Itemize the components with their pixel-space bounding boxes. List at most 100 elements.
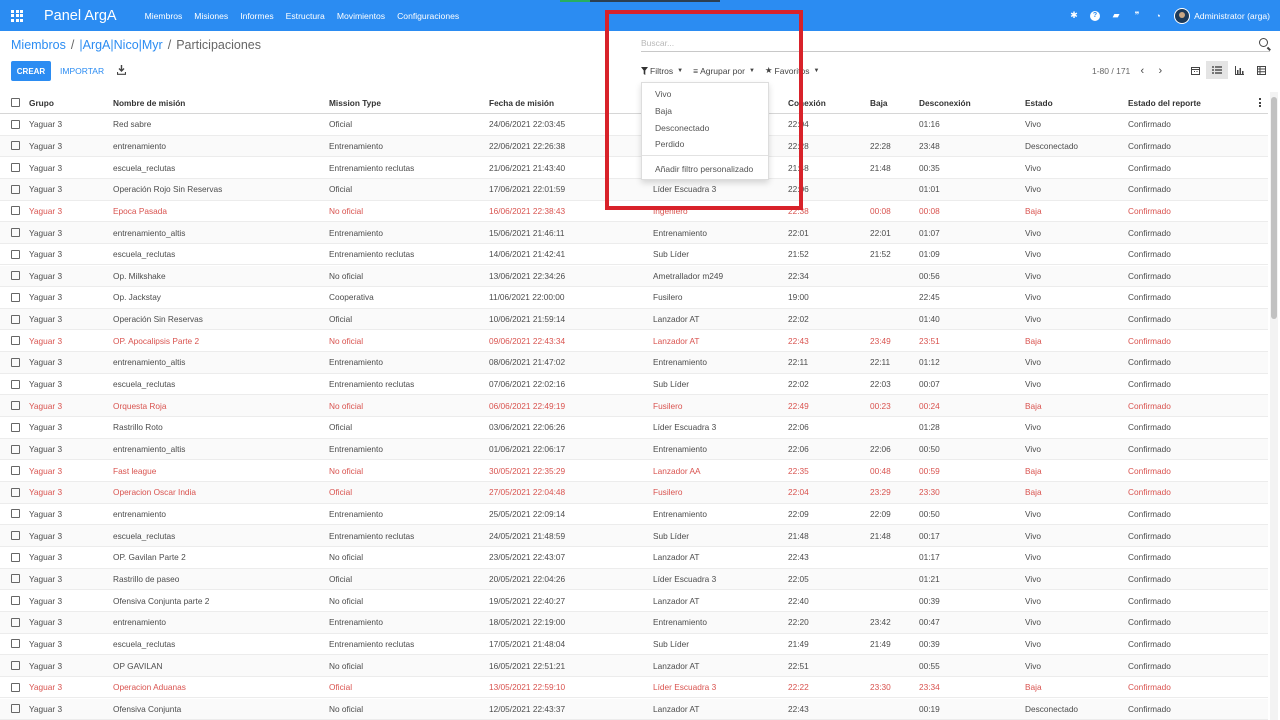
menu-item-miembros[interactable]: Miembros <box>139 11 189 21</box>
table-row[interactable]: Yaguar 3 entrenamiento_altis Entrenamiento… <box>0 352 1268 374</box>
list-view-icon[interactable] <box>1206 61 1228 79</box>
table-row[interactable]: Yaguar 3 entrenamiento Entrenamiento 18/05/… <box>0 611 1268 634</box>
table-row[interactable]: Yaguar 3 escuela_reclutas Entrenamiento re… <box>0 525 1268 547</box>
table-row[interactable]: Yaguar 3 OP. Apocalipsis Parte 2 No oficia… <box>0 331 1268 353</box>
filters-toggle[interactable]: Filtros ▼ <box>641 65 683 76</box>
table-row[interactable]: Yaguar 3 Epoca Pasada No oficial 16/06/2021… <box>0 201 1268 223</box>
graph-view-icon[interactable] <box>1228 61 1250 79</box>
table-row[interactable]: Yaguar 3 OP GAVILAN No oficial 16/05/2021 2… <box>0 655 1268 677</box>
table-row[interactable]: Yaguar 3 Ofensiva Conjunta parte 2 No ofic… <box>0 590 1268 612</box>
row-checkbox[interactable] <box>11 357 20 367</box>
row-checkbox[interactable] <box>11 466 20 476</box>
search-input[interactable] <box>641 38 1241 48</box>
menu-item-informes[interactable]: Informes <box>234 11 279 21</box>
table-row[interactable]: Yaguar 3 escuela_reclutas Entrenamiento re… <box>0 634 1268 656</box>
row-checkbox[interactable] <box>11 682 20 692</box>
table-row[interactable]: Yaguar 3 escuela_reclutas Entrenamiento re… <box>0 244 1268 266</box>
breadcrumb-member[interactable]: |ArgA|Nico|Myr <box>79 38 162 52</box>
apps-menu-icon[interactable] <box>0 0 34 31</box>
filter-option-desconectado[interactable]: Desconectado <box>655 123 709 133</box>
table-row[interactable]: Yaguar 3 entrenamiento_altis Entrenamiento… <box>0 438 1268 461</box>
row-checkbox[interactable] <box>11 552 20 562</box>
table-row[interactable]: Yaguar 3 escuela_reclutas Entrenamiento re… <box>0 374 1268 396</box>
optional-columns-icon[interactable] <box>1259 98 1261 107</box>
menu-item-configuraciones[interactable]: Configuraciones <box>391 11 465 21</box>
table-row[interactable]: Yaguar 3 Operación Rojo Sin Reservas Ofici… <box>0 178 1268 201</box>
row-checkbox[interactable] <box>11 704 20 714</box>
scrollbar[interactable] <box>1270 92 1278 720</box>
row-checkbox[interactable] <box>11 596 20 606</box>
column-header-conexion[interactable]: Conexión <box>788 92 826 113</box>
pager-previous-icon[interactable]: ‹ <box>1136 65 1148 77</box>
filter-option-perdido[interactable]: Perdido <box>655 139 684 149</box>
table-row[interactable]: Yaguar 3 Rastrillo de paseo Oficial 20/05/2… <box>0 568 1268 591</box>
row-checkbox[interactable] <box>11 379 20 389</box>
inbox-icon[interactable]: ▰ <box>1111 10 1121 21</box>
table-row[interactable]: Yaguar 3 Rastrillo Roto Oficial 03/06/2021 … <box>0 417 1268 439</box>
app-brand[interactable]: Panel ArgA <box>44 8 117 24</box>
add-custom-filter[interactable]: Añadir filtro personalizado <box>655 164 753 174</box>
row-checkbox[interactable] <box>11 163 20 173</box>
help-icon[interactable]: ? <box>1090 10 1101 21</box>
menu-item-estructura[interactable]: Estructura <box>280 11 331 21</box>
table-row[interactable]: Yaguar 3 Operacion Aduanas Oficial 13/05/20… <box>0 677 1268 699</box>
bug-icon[interactable]: ✱ <box>1069 10 1079 21</box>
table-row[interactable]: Yaguar 3 entrenamiento Entrenamiento 25/05/… <box>0 504 1268 526</box>
row-checkbox[interactable] <box>11 401 20 411</box>
user-menu[interactable]: Administrator (arga) <box>1174 7 1270 24</box>
row-checkbox[interactable] <box>11 228 20 238</box>
column-header-grupo[interactable]: Grupo <box>29 92 54 113</box>
menu-item-movimientos[interactable]: Movimientos <box>331 11 391 21</box>
pager-next-icon[interactable]: › <box>1154 65 1166 77</box>
row-checkbox[interactable] <box>11 509 20 519</box>
table-row[interactable]: Yaguar 3 entrenamiento_altis Entrenamiento… <box>0 222 1268 244</box>
row-checkbox[interactable] <box>11 271 20 281</box>
row-checkbox[interactable] <box>11 206 20 216</box>
table-row[interactable]: Yaguar 3 Op. Milkshake No oficial 13/06/202… <box>0 265 1268 288</box>
table-row[interactable]: Yaguar 3 Op. Jackstay Cooperativa 11/06/202… <box>0 287 1268 309</box>
row-checkbox[interactable] <box>11 487 20 497</box>
table-row[interactable]: Yaguar 3 OP. Gavilan Parte 2 No oficial 23/… <box>0 547 1268 569</box>
row-checkbox[interactable] <box>11 292 20 302</box>
column-header-mision[interactable]: Nombre de misión <box>113 92 185 113</box>
download-icon[interactable] <box>117 65 126 75</box>
table-row[interactable]: Yaguar 3 Fast league No oficial 30/05/2021 … <box>0 460 1268 482</box>
filter-option-vivo[interactable]: Vivo <box>655 89 671 99</box>
row-checkbox[interactable] <box>11 141 20 151</box>
clock-icon[interactable]: ◔ <box>1153 11 1163 21</box>
column-header-desconexion[interactable]: Desconexión <box>919 92 971 113</box>
column-header-estado-reporte[interactable]: Estado del reporte <box>1128 92 1201 113</box>
group-by-toggle[interactable]: ≡ Agrupar por ▼ <box>693 65 755 76</box>
table-row[interactable]: Yaguar 3 Operación Sin Reservas Oficial 10/… <box>0 308 1268 331</box>
table-row[interactable]: Yaguar 3 escuela_reclutas Entrenamiento re… <box>0 157 1268 179</box>
row-checkbox[interactable] <box>11 574 20 584</box>
row-checkbox[interactable] <box>11 184 20 194</box>
row-checkbox[interactable] <box>11 639 20 649</box>
select-all-checkbox[interactable] <box>11 98 20 107</box>
row-checkbox[interactable] <box>11 444 20 454</box>
column-header-mission-type[interactable]: Mission Type <box>329 92 381 113</box>
row-checkbox[interactable] <box>11 617 20 627</box>
table-row[interactable]: Yaguar 3 Orquesta Roja No oficial 06/06/202… <box>0 395 1268 418</box>
column-header-baja[interactable]: Baja <box>870 92 888 113</box>
table-row[interactable]: Yaguar 3 Red sabre Oficial 24/06/2021 22:03… <box>0 114 1268 136</box>
menu-item-misiones[interactable]: Misiones <box>188 11 234 21</box>
row-checkbox[interactable] <box>11 249 20 259</box>
table-row[interactable]: Yaguar 3 Operacion Oscar India Oficial 27/0… <box>0 482 1268 504</box>
row-checkbox[interactable] <box>11 531 20 541</box>
pager-value[interactable]: 1-80 / 171 <box>1092 66 1130 76</box>
row-checkbox[interactable] <box>11 661 20 671</box>
filter-option-baja[interactable]: Baja <box>655 106 672 116</box>
calendar-view-icon[interactable] <box>1184 61 1206 79</box>
row-checkbox[interactable] <box>11 422 20 432</box>
table-row[interactable]: Yaguar 3 entrenamiento Entrenamiento 22/06/… <box>0 135 1268 158</box>
breadcrumb-miembros[interactable]: Miembros <box>11 38 66 52</box>
scrollbar-thumb[interactable] <box>1271 97 1277 319</box>
search-icon[interactable] <box>1259 38 1268 47</box>
table-row[interactable]: Yaguar 3 Ofensiva Conjunta No oficial 12/05… <box>0 698 1268 720</box>
column-header-fecha[interactable]: Fecha de misión <box>489 92 554 113</box>
import-button[interactable]: IMPORTAR <box>60 66 104 76</box>
pivot-view-icon[interactable] <box>1250 61 1272 79</box>
create-button[interactable]: CREAR <box>11 61 51 81</box>
column-header-estado[interactable]: Estado <box>1025 92 1053 113</box>
